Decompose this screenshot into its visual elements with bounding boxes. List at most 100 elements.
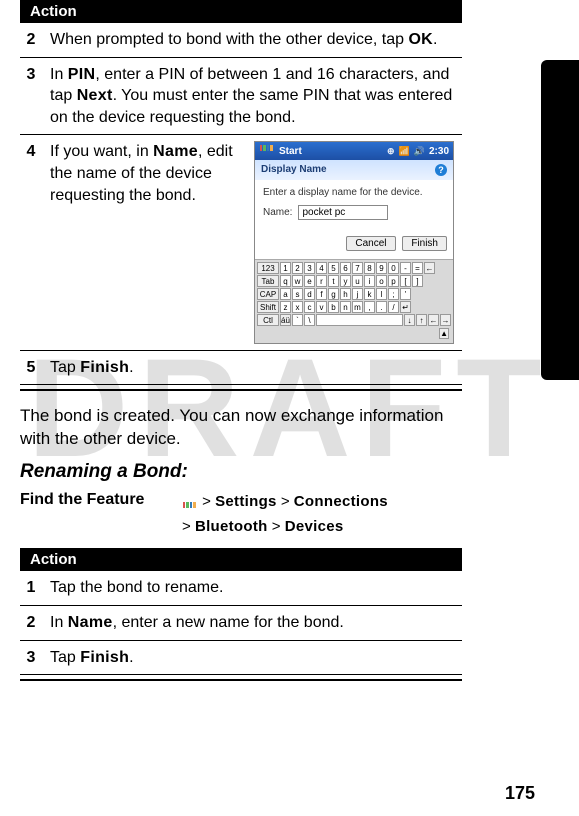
step-text: In Name, enter a new name for the bond. (46, 605, 462, 640)
kb-key[interactable]: h (340, 288, 351, 300)
kb-key[interactable]: g (328, 288, 339, 300)
kb-backspace[interactable]: ← (424, 262, 435, 274)
page-content: Action 2 When prompted to bond with the … (0, 0, 500, 681)
kb-key[interactable]: s (292, 288, 303, 300)
kb-arrow-up[interactable]: ↑ (416, 314, 427, 326)
kb-caps[interactable]: CAP (257, 288, 279, 300)
mock-section-title: Display Name (261, 163, 327, 177)
kb-row: Tab q w e r t y u i o p (257, 275, 451, 287)
kb-key[interactable]: ] (412, 275, 423, 287)
table-row: 1 Tap the bond to rename. (20, 571, 462, 605)
step-text: In PIN, enter a PIN of between 1 and 16 … (46, 57, 462, 135)
kb-key[interactable]: 9 (376, 262, 387, 274)
kb-key[interactable]: a (280, 288, 291, 300)
kb-key[interactable]: i (364, 275, 375, 287)
mock-section-title-bar: Display Name ? (255, 160, 453, 180)
subheading-renaming: Renaming a Bond: (20, 461, 462, 483)
ui-term-ok: OK (408, 31, 433, 48)
kb-key[interactable]: = (412, 262, 423, 274)
kb-key[interactable]: 1 (280, 262, 291, 274)
kb-key[interactable]: [ (400, 275, 411, 287)
kb-key[interactable]: / (388, 301, 399, 313)
side-section-label: Getting Connected (551, 230, 571, 361)
kb-shift[interactable]: Shift (257, 301, 279, 313)
text: If you want, in (50, 143, 153, 160)
kb-key[interactable]: f (316, 288, 327, 300)
kb-key[interactable]: w (292, 275, 303, 287)
step-number: 2 (20, 23, 46, 57)
step-text: When prompted to bond with the other dev… (46, 23, 462, 57)
steps-table-2: Action 1 Tap the bond to rename. 2 In Na… (20, 548, 462, 675)
kb-key[interactable]: b (328, 301, 339, 313)
kb-key[interactable]: r (316, 275, 327, 287)
kb-key[interactable]: 3 (304, 262, 315, 274)
kb-key[interactable]: z (280, 301, 291, 313)
mock-name-input[interactable] (298, 205, 388, 220)
kb-key[interactable]: u (352, 275, 363, 287)
mock-cancel-button[interactable]: Cancel (346, 236, 395, 251)
mock-finish-button[interactable]: Finish (402, 236, 447, 251)
kb-arrow-left[interactable]: ← (428, 314, 439, 326)
kb-key[interactable]: x (292, 301, 303, 313)
kb-key[interactable]: ` (292, 314, 303, 326)
kb-key[interactable]: 8 (364, 262, 375, 274)
kb-key[interactable]: e (304, 275, 315, 287)
table1-header: Action (20, 0, 462, 23)
mock-start-label: Start (279, 145, 302, 159)
kb-arrow-right[interactable]: → (440, 314, 451, 326)
text: In (50, 614, 68, 631)
kb-key[interactable]: 5 (328, 262, 339, 274)
kb-row: Ctl áü ` \ ↓ ↑ ← → (257, 314, 451, 326)
kb-key[interactable]: 123 (257, 262, 279, 274)
text: , enter a new name for the bond. (113, 614, 344, 631)
kb-key[interactable]: q (280, 275, 291, 287)
kb-key[interactable]: 7 (352, 262, 363, 274)
kb-key[interactable]: v (316, 301, 327, 313)
mock-name-label: Name: (263, 206, 292, 220)
signal-icon: 📶 (399, 145, 410, 157)
kb-key[interactable]: k (364, 288, 375, 300)
kb-key[interactable]: c (304, 301, 315, 313)
help-icon: ? (435, 164, 447, 176)
kb-space[interactable] (316, 314, 403, 326)
kb-key[interactable]: - (400, 262, 411, 274)
kb-key[interactable]: ; (388, 288, 399, 300)
kb-key[interactable]: , (364, 301, 375, 313)
page-number: 175 (505, 783, 535, 804)
kb-enter[interactable]: ↵ (400, 301, 411, 313)
kb-key[interactable]: 4 (316, 262, 327, 274)
kb-intl[interactable]: áü (280, 314, 291, 326)
kb-key[interactable]: \ (304, 314, 315, 326)
kb-key[interactable]: y (340, 275, 351, 287)
step-text: Tap the bond to rename. (46, 571, 462, 605)
path-bluetooth: Bluetooth (195, 518, 268, 535)
kb-row: Shift z x c v b n m , . / (257, 301, 451, 313)
kb-sip-toggle[interactable]: ▲ (439, 328, 449, 339)
kb-tab[interactable]: Tab (257, 275, 279, 287)
path-connections: Connections (294, 493, 388, 510)
text: . (129, 359, 133, 376)
kb-key[interactable]: 0 (388, 262, 399, 274)
kb-key[interactable]: n (340, 301, 351, 313)
kb-key[interactable]: d (304, 288, 315, 300)
find-feature-path: > Settings > Connections > Bluetooth > D… (182, 491, 388, 538)
kb-row: 123 1 2 3 4 5 6 7 8 9 0 (257, 262, 451, 274)
text: Tap (50, 649, 80, 666)
kb-arrow-down[interactable]: ↓ (404, 314, 415, 326)
kb-key[interactable]: m (352, 301, 363, 313)
path-devices: Devices (285, 518, 344, 535)
mock-time: 2:30 (429, 145, 449, 159)
body-paragraph: The bond is created. You can now exchang… (20, 405, 462, 451)
ui-term-pin: PIN (68, 66, 96, 83)
kb-key[interactable]: o (376, 275, 387, 287)
kb-ctl[interactable]: Ctl (257, 314, 279, 326)
kb-key[interactable]: 2 (292, 262, 303, 274)
kb-key[interactable]: p (388, 275, 399, 287)
kb-key[interactable]: j (352, 288, 363, 300)
kb-key[interactable]: 6 (340, 262, 351, 274)
kb-key[interactable]: t (328, 275, 339, 287)
kb-key[interactable]: ' (400, 288, 411, 300)
kb-key[interactable]: . (376, 301, 387, 313)
path-settings: Settings (215, 493, 277, 510)
kb-key[interactable]: l (376, 288, 387, 300)
